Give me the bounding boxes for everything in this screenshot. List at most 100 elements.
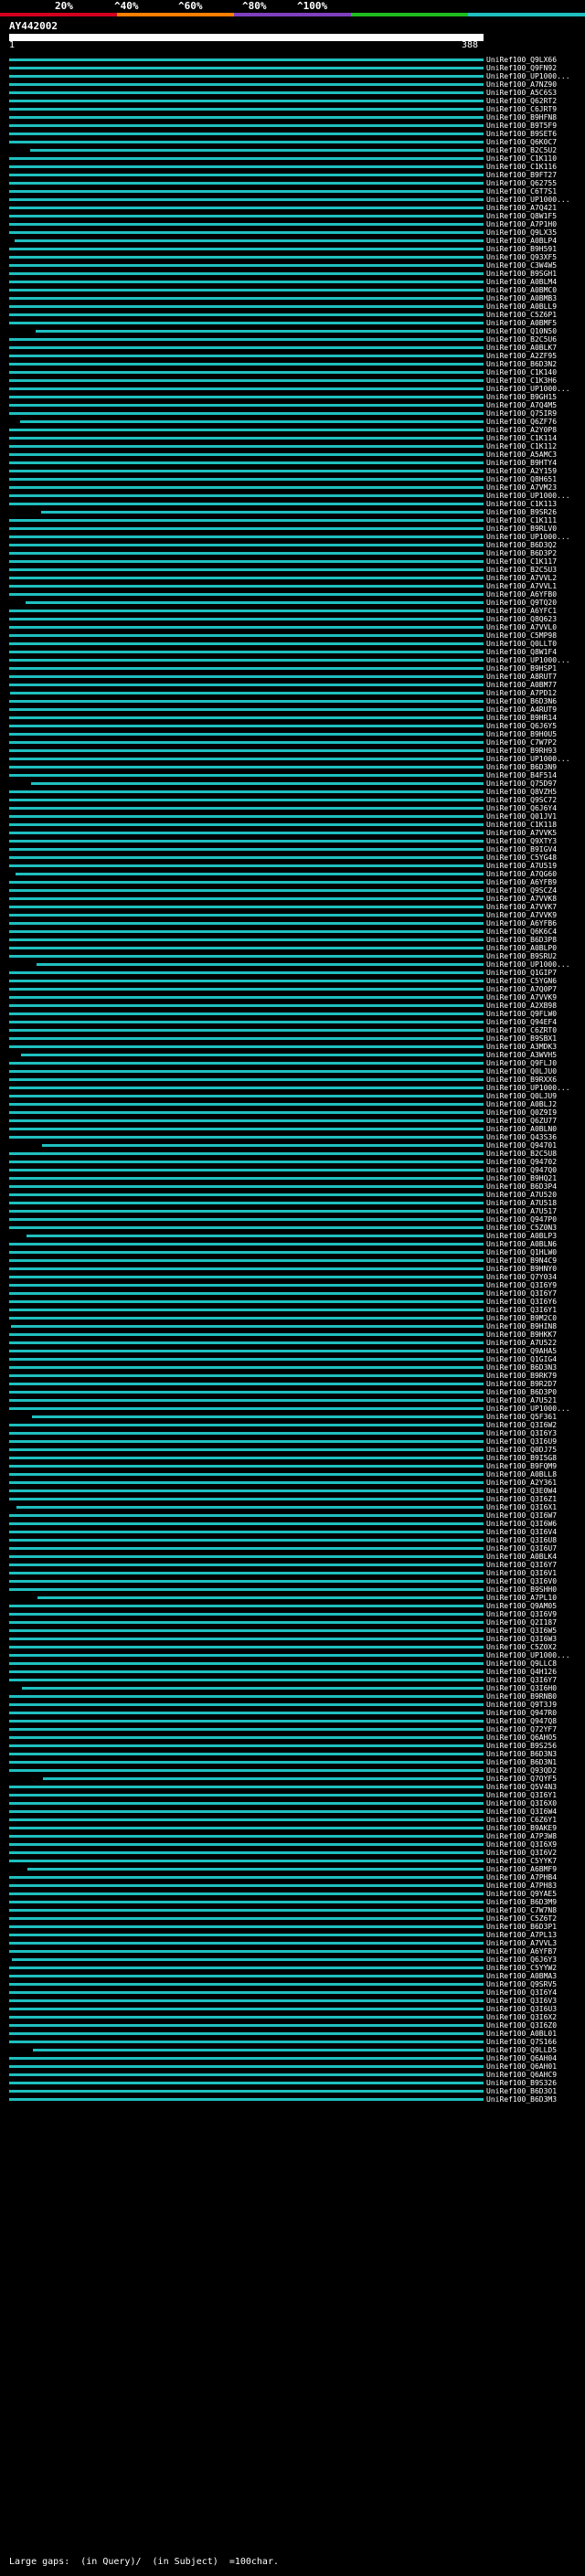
hit-bar[interactable] [9, 568, 484, 571]
hit-bar[interactable] [9, 684, 484, 686]
hit-label[interactable]: UniRef100_A7VVK9 [486, 993, 557, 1002]
hit-label[interactable]: UniRef100_A7Q4M5 [486, 401, 557, 409]
hit-label[interactable]: UniRef100_Q8W1F5 [486, 212, 557, 220]
hit-bar[interactable] [9, 1341, 484, 1344]
hit-bar[interactable] [9, 1794, 484, 1797]
hit-bar[interactable] [9, 881, 484, 884]
hit-bar[interactable] [9, 823, 484, 826]
hit-bar[interactable] [9, 1210, 484, 1213]
hit-label[interactable]: UniRef100_Q43S36 [486, 1133, 557, 1141]
hit-bar[interactable] [9, 544, 484, 546]
hit-bar[interactable] [9, 165, 484, 168]
hit-label[interactable]: UniRef100_C5YYW2 [486, 1964, 557, 1972]
hit-bar[interactable] [9, 642, 484, 645]
hit-bar[interactable] [9, 1309, 484, 1311]
hit-label[interactable]: UniRef100_Q7S166 [486, 2038, 557, 2046]
hit-bar[interactable] [9, 610, 484, 612]
hit-label[interactable]: UniRef100_B9RK79 [486, 1372, 557, 1380]
hit-label[interactable]: UniRef100_Q3I6H0 [486, 1684, 557, 1692]
hit-bar[interactable] [9, 338, 484, 341]
hit-bar[interactable] [9, 281, 484, 283]
hit-bar[interactable] [9, 2041, 484, 2043]
hit-label[interactable]: UniRef100_C6Z6Y1 [486, 1816, 557, 1824]
hit-bar[interactable] [9, 1966, 484, 1969]
hit-label[interactable]: UniRef100_Q94701 [486, 1141, 557, 1150]
hit-label[interactable]: UniRef100_A7VVK7 [486, 903, 557, 911]
hit-bar[interactable] [37, 963, 484, 966]
hit-bar[interactable] [9, 1374, 484, 1377]
hit-bar[interactable] [9, 2073, 484, 2076]
hit-bar[interactable] [9, 1177, 484, 1180]
hit-label[interactable]: UniRef100_A3MDK3 [486, 1043, 557, 1051]
hit-label[interactable]: UniRef100_Q6J6Y5 [486, 722, 557, 730]
hit-bar[interactable] [9, 437, 484, 440]
hit-bar[interactable] [9, 379, 484, 382]
hit-label[interactable]: UniRef100_A7VVL3 [486, 1939, 557, 1947]
hit-bar[interactable] [9, 346, 484, 349]
hit-label[interactable]: UniRef100_A2XB98 [486, 1002, 557, 1010]
hit-bar[interactable] [9, 634, 484, 637]
hit-label[interactable]: UniRef100_A7P1H0 [486, 220, 557, 228]
hit-bar[interactable] [9, 1884, 484, 1887]
hit-bar[interactable] [9, 1103, 484, 1106]
hit-label[interactable]: UniRef100_B9SRU2 [486, 952, 557, 960]
hit-label[interactable]: UniRef100_B9HFN8 [486, 113, 557, 122]
hit-label[interactable]: UniRef100_Q9LLD5 [486, 2046, 557, 2054]
hit-bar[interactable] [9, 396, 484, 398]
hit-bar[interactable] [9, 1810, 484, 1813]
hit-bar[interactable] [9, 2057, 484, 2060]
hit-bar[interactable] [12, 1958, 484, 1961]
hit-bar[interactable] [20, 420, 484, 423]
hit-bar[interactable] [9, 1843, 484, 1846]
hit-bar[interactable] [9, 363, 484, 366]
hit-label[interactable]: UniRef100_Q3I6X0 [486, 1799, 557, 1807]
hit-bar[interactable] [9, 404, 484, 407]
hit-label[interactable]: UniRef100_UP1000... [486, 755, 570, 763]
hit-label[interactable]: UniRef100_Q7QYF5 [486, 1775, 557, 1783]
hit-label[interactable]: UniRef100_B9H591 [486, 245, 557, 253]
hit-bar[interactable] [9, 1087, 484, 1089]
hit-bar[interactable] [9, 272, 484, 275]
hit-label[interactable]: UniRef100_A7NZ90 [486, 80, 557, 89]
hit-bar[interactable] [9, 1999, 484, 2002]
hit-label[interactable]: UniRef100_A7PH83 [486, 1882, 557, 1890]
hit-bar[interactable] [9, 1119, 484, 1122]
hit-label[interactable]: UniRef100_B9HIN8 [486, 1322, 557, 1330]
hit-label[interactable]: UniRef100_C5MP98 [486, 631, 557, 640]
hit-bar[interactable] [9, 174, 484, 176]
hit-label[interactable]: UniRef100_B4F514 [486, 771, 557, 779]
hit-bar[interactable] [9, 1679, 484, 1681]
hit-bar[interactable] [9, 1531, 484, 1533]
hit-label[interactable]: UniRef100_C1K114 [486, 434, 557, 442]
hit-bar[interactable] [9, 453, 484, 456]
hit-label[interactable]: UniRef100_B6D3N3 [486, 1363, 557, 1372]
hit-bar[interactable] [9, 1300, 484, 1303]
hit-bar[interactable] [9, 716, 484, 719]
hit-label[interactable]: UniRef100_B9SBX1 [486, 1034, 557, 1043]
hit-label[interactable]: UniRef100_Q3I6Y4 [486, 1988, 557, 1997]
hit-label[interactable]: UniRef100_Q9LX35 [486, 228, 557, 237]
hit-label[interactable]: UniRef100_Q9YAE5 [486, 1890, 557, 1898]
hit-label[interactable]: UniRef100_Q3E0W4 [486, 1487, 557, 1495]
hit-bar[interactable] [9, 733, 484, 736]
hit-label[interactable]: UniRef100_B6D3Q2 [486, 541, 557, 549]
hit-bar[interactable] [9, 223, 484, 226]
hit-bar[interactable] [9, 1202, 484, 1204]
hit-bar[interactable] [9, 1111, 484, 1114]
hit-bar[interactable] [9, 429, 484, 431]
hit-bar[interactable] [9, 527, 484, 530]
hit-bar[interactable] [9, 1029, 484, 1032]
hit-label[interactable]: UniRef100_A7P3W8 [486, 1832, 557, 1840]
hit-label[interactable]: UniRef100_A0BL01 [486, 2030, 557, 2038]
hit-bar[interactable] [9, 1489, 484, 1492]
hit-bar[interactable] [9, 264, 484, 267]
hit-label[interactable]: UniRef100_Q93XF5 [486, 253, 557, 261]
hit-bar[interactable] [9, 108, 484, 111]
hit-bar[interactable] [9, 1432, 484, 1435]
hit-bar[interactable] [9, 1703, 484, 1706]
hit-bar[interactable] [9, 519, 484, 522]
hit-label[interactable]: UniRef100_Q6AH04 [486, 2054, 557, 2062]
hit-bar[interactable] [9, 231, 484, 234]
hit-bar[interactable] [9, 560, 484, 563]
hit-label[interactable]: UniRef100_B6D3N1 [486, 1758, 557, 1766]
